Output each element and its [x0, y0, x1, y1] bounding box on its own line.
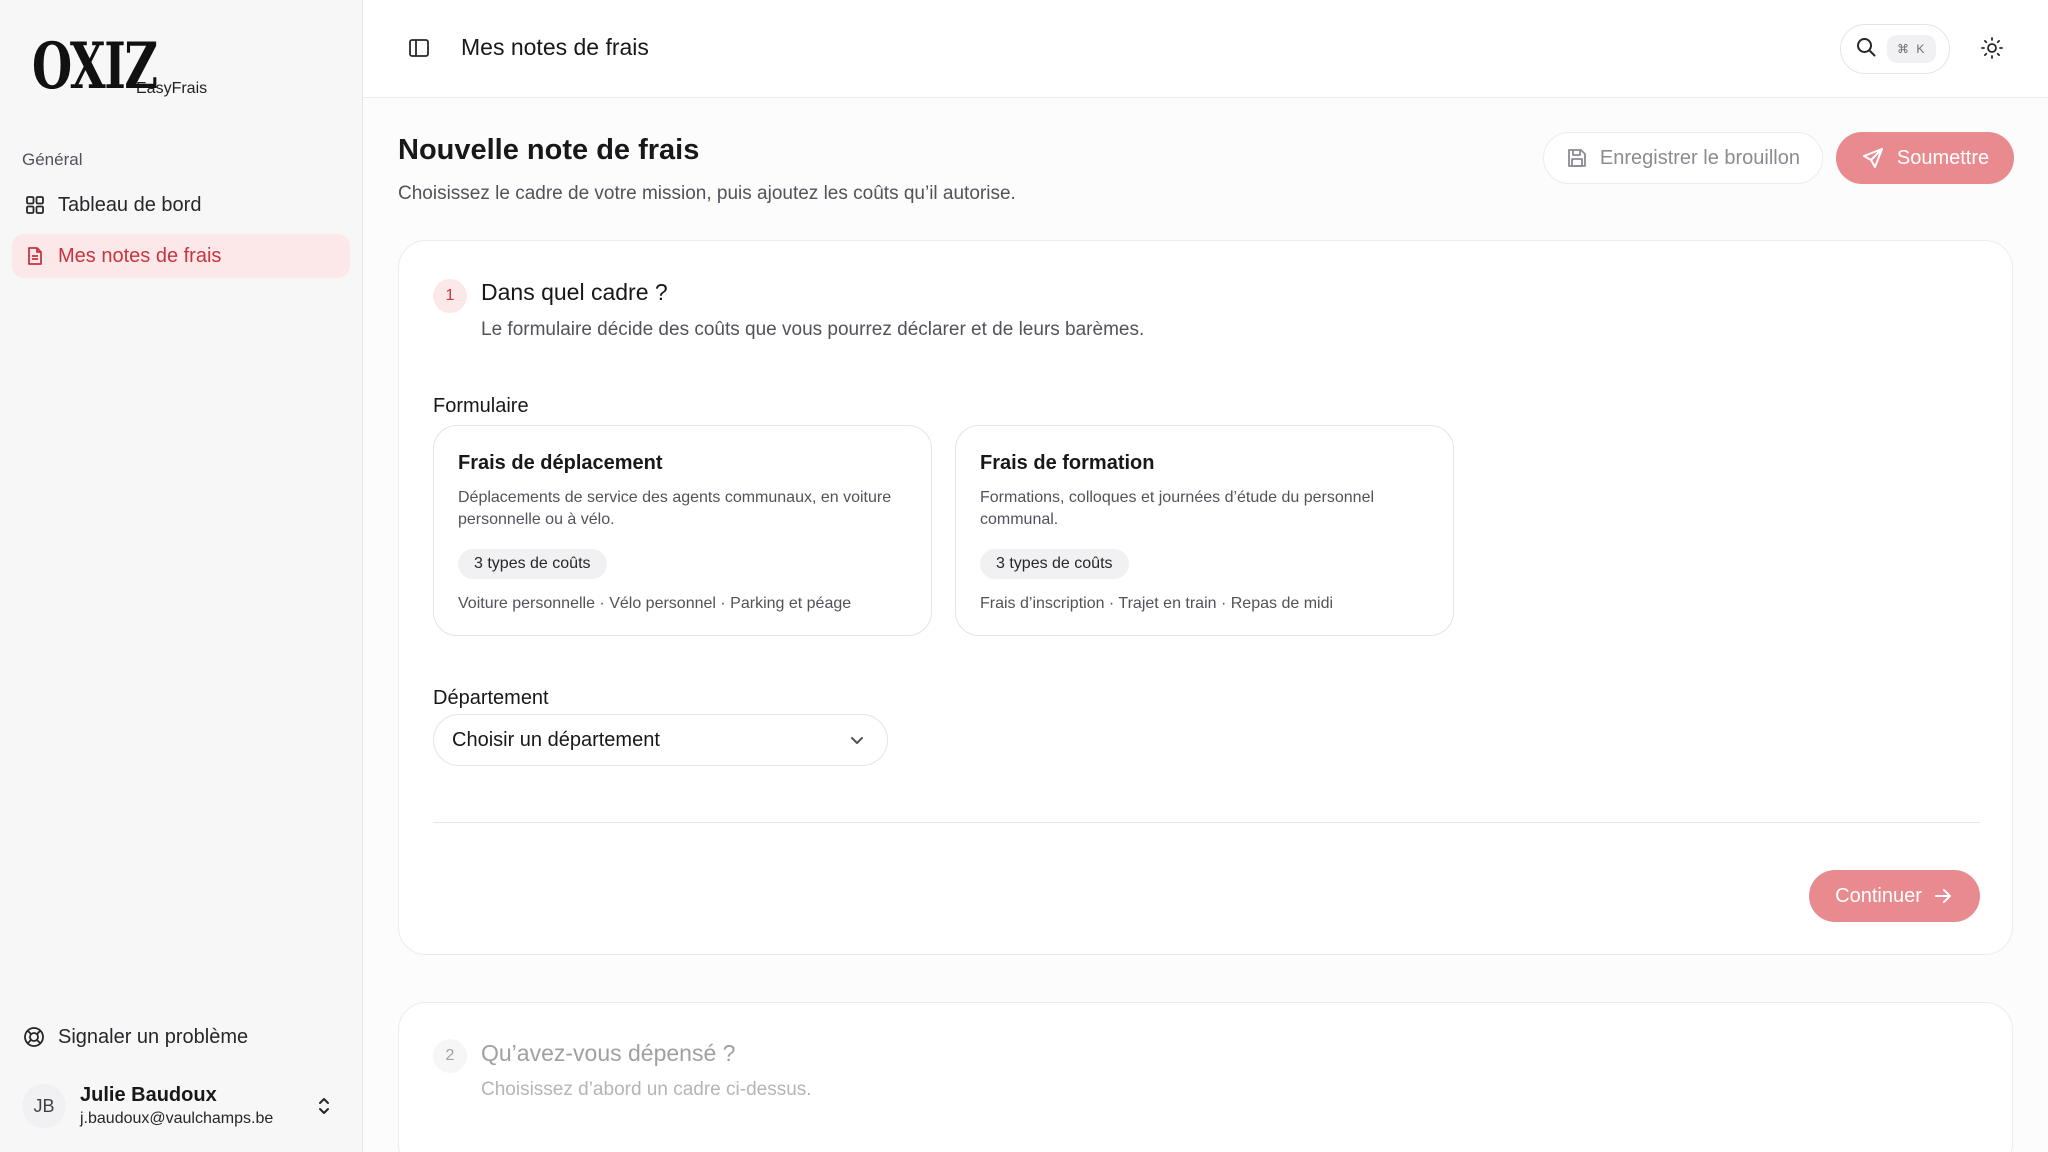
- step-title: Dans quel cadre ?: [481, 279, 668, 305]
- option-cost-types: Voiture personnelle · Vélo personnel · P…: [458, 595, 852, 612]
- dashboard-grid-icon: [24, 194, 46, 216]
- page-title: Nouvelle note de frais: [398, 134, 700, 166]
- chevron-down-icon: [847, 730, 867, 750]
- sidebar: OXIZ EasyFrais Général Tableau de bord M…: [0, 0, 363, 1152]
- logo-mark: OXIZ: [32, 29, 158, 104]
- cost-types-badge: 3 types de coûts: [980, 549, 1129, 579]
- sidebar-section-label: Général: [22, 150, 83, 169]
- file-text-icon: [24, 245, 46, 267]
- department-label: Département: [433, 687, 549, 709]
- report-problem-label: Signaler un problème: [58, 1025, 249, 1048]
- page-subtitle: Choisissez le cadre de votre mission, pu…: [398, 183, 1016, 204]
- user-menu[interactable]: JB Julie Baudoux j.baudoux@vaulchamps.be: [12, 1076, 350, 1136]
- report-problem-link[interactable]: Signaler un problème: [12, 1015, 248, 1059]
- save-draft-label: Enregistrer le brouillon: [1599, 146, 1800, 169]
- topbar-title: Mes notes de frais: [461, 34, 649, 60]
- sidebar-item-dashboard[interactable]: Tableau de bord: [12, 183, 350, 227]
- user-name: Julie Baudoux: [80, 1084, 217, 1106]
- topbar: Mes notes de frais ⌘ K: [363, 0, 2048, 98]
- search-icon: [1855, 36, 1877, 63]
- form-option-training[interactable]: Frais de formation Formations, colloques…: [955, 425, 1454, 636]
- avatar: JB: [22, 1084, 66, 1128]
- step-1-card: 1 Dans quel cadre ? Le formulaire décide…: [398, 240, 2013, 955]
- form-option-travel[interactable]: Frais de déplacement Déplacements de ser…: [433, 425, 932, 636]
- search-button[interactable]: ⌘ K: [1840, 24, 1950, 74]
- sun-icon[interactable]: [1980, 36, 2004, 60]
- sidebar-item-expense-notes[interactable]: Mes notes de frais: [12, 234, 350, 278]
- step-subtitle: Choisissez d’abord un cadre ci-dessus.: [481, 1079, 812, 1100]
- form-label: Formulaire: [433, 395, 529, 417]
- step-2-card: 2 Qu’avez-vous dépensé ? Choisissez d’ab…: [398, 1002, 2013, 1152]
- submit-label: Soumettre: [1896, 146, 1990, 169]
- option-description: Déplacements de service des agents commu…: [458, 489, 892, 528]
- continue-label: Continuer: [1835, 884, 1922, 907]
- save-icon: [1566, 147, 1588, 169]
- keyboard-shortcut: ⌘ K: [1887, 35, 1937, 63]
- option-title: Frais de déplacement: [458, 452, 663, 474]
- logo[interactable]: OXIZ EasyFrais: [32, 29, 207, 104]
- step-number: 1: [433, 279, 467, 313]
- step-subtitle: Le formulaire décide des coûts que vous …: [481, 319, 1145, 340]
- department-select[interactable]: Choisir un département: [433, 714, 888, 766]
- divider: [433, 822, 1980, 823]
- department-select-value: Choisir un département: [452, 728, 660, 751]
- option-title: Frais de formation: [980, 452, 1155, 474]
- option-cost-types: Frais d’inscription · Trajet en train · …: [980, 595, 1334, 612]
- option-description: Formations, colloques et journées d’étud…: [980, 489, 1375, 528]
- cost-types-badge: 3 types de coûts: [458, 549, 607, 579]
- user-email: j.baudoux@vaulchamps.be: [80, 1110, 274, 1127]
- sidebar-item-label: Tableau de bord: [58, 193, 202, 216]
- step-title: Qu’avez-vous dépensé ?: [481, 1040, 736, 1066]
- sidebar-toggle-icon[interactable]: [407, 36, 431, 60]
- chevrons-up-down-icon: [312, 1094, 336, 1118]
- submit-button[interactable]: Soumettre: [1836, 132, 2014, 184]
- arrow-right-icon: [1932, 885, 1954, 907]
- sidebar-item-label: Mes notes de frais: [58, 244, 222, 267]
- step-number: 2: [433, 1039, 467, 1073]
- save-draft-button[interactable]: Enregistrer le brouillon: [1542, 132, 1823, 184]
- lifebuoy-icon: [22, 1025, 46, 1049]
- continue-button[interactable]: Continuer: [1809, 870, 1980, 922]
- main-content: Mes notes de frais ⌘ K Nouvelle note de …: [363, 0, 2048, 1152]
- send-icon: [1861, 146, 1885, 170]
